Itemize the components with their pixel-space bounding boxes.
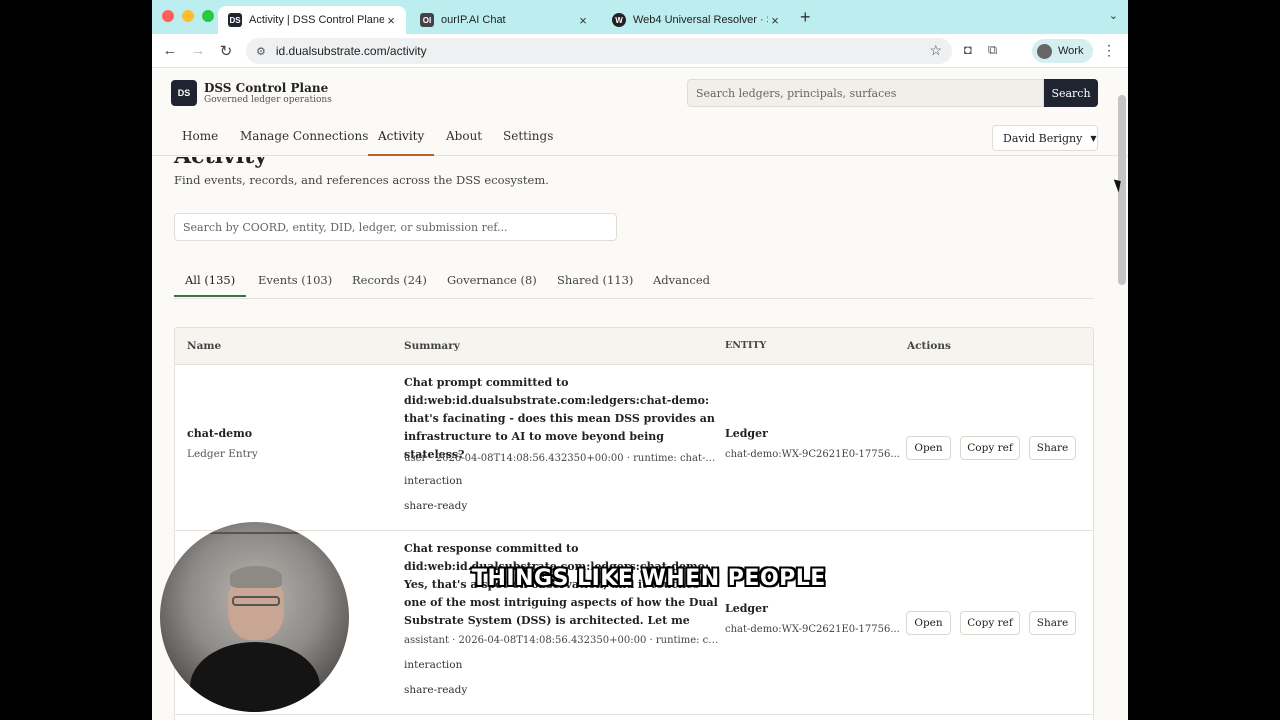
- row-meta: user · 2026-04-08T14:08:56.432350+00:00 …: [404, 453, 720, 464]
- share-button[interactable]: Share: [1029, 611, 1076, 635]
- close-tab-icon[interactable]: ×: [384, 13, 398, 28]
- close-window-button[interactable]: [162, 10, 174, 22]
- browser-menu-icon[interactable]: ⋮: [1102, 42, 1116, 59]
- brand-title[interactable]: DSS Control Plane: [204, 81, 328, 95]
- column-entity: ENTITY: [725, 340, 767, 351]
- browser-tab-resolver[interactable]: W Web4 Universal Resolver · St ×: [602, 6, 790, 34]
- dss-favicon-icon: DS: [228, 13, 242, 27]
- dss-logo[interactable]: DS: [171, 80, 197, 106]
- presenter-webcam: [160, 522, 349, 712]
- profile-button[interactable]: Work: [1032, 39, 1094, 63]
- tab-strip: DS Activity | DSS Control Plane × OI our…: [152, 0, 1128, 34]
- copy-ref-button[interactable]: Copy ref: [960, 436, 1020, 460]
- forward-arrow-icon[interactable]: →: [184, 42, 212, 59]
- new-tab-icon[interactable]: +: [800, 7, 811, 28]
- page-title: Activity: [174, 157, 267, 169]
- profile-avatar: [1037, 43, 1052, 59]
- presenter-shirt: [190, 642, 320, 712]
- row-tag-interaction: interaction: [404, 475, 463, 487]
- tab-all[interactable]: All (135): [173, 273, 247, 297]
- row-tag-share-ready: share-ready: [404, 500, 468, 512]
- row-meta: assistant · 2026-04-08T14:08:56.432350+0…: [404, 635, 720, 646]
- column-summary: Summary: [404, 340, 460, 352]
- browser-toolbar: ← → ↻ ⚙ id.dualsubstrate.com/activity ☆ …: [152, 34, 1128, 68]
- row-entity-ref: chat-demo:WX-9C2621E0-17756...: [725, 624, 900, 635]
- row-tag-interaction: interaction: [404, 659, 463, 671]
- table-row[interactable]: chat-demo Ledger Entry Chat prompt commi…: [175, 365, 1093, 531]
- table-header: Name Summary ENTITY Actions: [175, 328, 1093, 365]
- global-search-button[interactable]: Search: [1044, 79, 1098, 107]
- back-arrow-icon[interactable]: ←: [156, 42, 184, 59]
- nav-home[interactable]: Home: [182, 129, 218, 143]
- profile-label: Work: [1058, 45, 1084, 57]
- tab-shared[interactable]: Shared (113): [557, 273, 633, 287]
- address-bar[interactable]: ⚙ id.dualsubstrate.com/activity ☆: [246, 38, 952, 64]
- presenter-glasses: [232, 596, 280, 606]
- row-summary: Chat prompt committed to did:web:id.dual…: [404, 376, 715, 461]
- copy-ref-button[interactable]: Copy ref: [960, 611, 1020, 635]
- video-caption: THINGS LIKE WHEN PEOPLE: [472, 566, 826, 591]
- camera-icon[interactable]: ◘: [964, 42, 972, 58]
- url-text: id.dualsubstrate.com/activity: [275, 44, 427, 58]
- row-entity: Ledger: [725, 427, 768, 440]
- brand-subtitle: Governed ledger operations: [204, 95, 332, 105]
- tab-search-chevron-icon[interactable]: ⌄: [1109, 9, 1118, 22]
- window-controls: [152, 10, 214, 34]
- open-button[interactable]: Open: [906, 436, 951, 460]
- row-tag-share-ready: share-ready: [404, 684, 468, 696]
- resolver-favicon-icon: W: [612, 13, 626, 27]
- activity-search-input[interactable]: [174, 213, 617, 241]
- background-art: [180, 532, 330, 562]
- zoom-window-button[interactable]: [202, 10, 214, 22]
- browser-tab-chat[interactable]: OI ourIP.AI Chat ×: [410, 6, 598, 34]
- global-search-input[interactable]: [687, 79, 1044, 107]
- tab-title: ourIP.AI Chat: [441, 14, 506, 26]
- extensions-puzzle-icon[interactable]: ⧉: [988, 42, 997, 58]
- tab-title: Activity | DSS Control Plane: [249, 14, 384, 26]
- user-name: David Berigny: [1003, 131, 1083, 145]
- tab-title: Web4 Universal Resolver · St: [633, 14, 768, 26]
- bookmark-star-icon[interactable]: ☆: [929, 42, 942, 59]
- reload-icon[interactable]: ↻: [212, 42, 240, 60]
- tab-records[interactable]: Records (24): [352, 273, 427, 287]
- nav-about[interactable]: About: [446, 129, 482, 143]
- nav-activity[interactable]: Activity: [367, 129, 435, 156]
- close-tab-icon[interactable]: ×: [576, 13, 590, 28]
- row-name: chat-demo: [187, 427, 253, 440]
- extension-icons: ◘ ⧉: [964, 42, 997, 58]
- row-type: Ledger Entry: [187, 448, 258, 460]
- share-button[interactable]: Share: [1029, 436, 1076, 460]
- row-entity: Ledger: [725, 602, 768, 615]
- browser-tab-activity[interactable]: DS Activity | DSS Control Plane ×: [218, 6, 406, 34]
- site-info-icon[interactable]: ⚙: [256, 45, 266, 58]
- column-name: Name: [187, 340, 222, 352]
- open-button[interactable]: Open: [906, 611, 951, 635]
- tab-governance[interactable]: Governance (8): [447, 273, 537, 287]
- tab-advanced[interactable]: Advanced: [653, 273, 710, 287]
- activity-tabs: All (135) Events (103) Records (24) Gove…: [173, 267, 1094, 299]
- column-actions: Actions: [907, 340, 951, 352]
- caret-down-icon: ▼: [1090, 133, 1097, 143]
- page-description: Find events, records, and references acr…: [174, 173, 549, 187]
- close-tab-icon[interactable]: ×: [768, 13, 782, 28]
- main-nav: Home Manage Connections Activity About S…: [152, 117, 1128, 156]
- nav-manage-connections[interactable]: Manage Connections: [240, 129, 368, 143]
- ourip-favicon-icon: OI: [420, 13, 434, 27]
- app-header: DS DSS Control Plane Governed ledger ope…: [152, 69, 1128, 117]
- minimize-window-button[interactable]: [182, 10, 194, 22]
- row-entity-ref: chat-demo:WX-9C2621E0-17756...: [725, 449, 900, 460]
- user-menu[interactable]: David Berigny ▼: [992, 125, 1098, 151]
- nav-settings[interactable]: Settings: [503, 129, 553, 143]
- presenter-hair: [230, 566, 282, 588]
- tab-events[interactable]: Events (103): [258, 273, 332, 287]
